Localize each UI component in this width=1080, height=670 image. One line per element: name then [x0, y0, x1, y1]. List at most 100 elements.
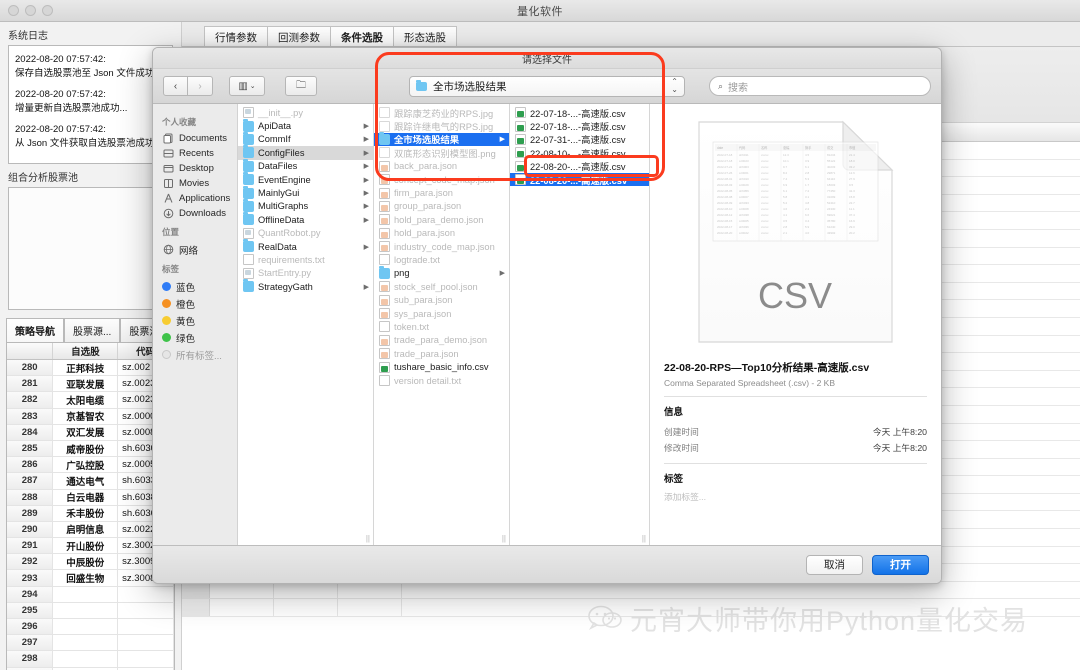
table-row[interactable]: 290 启明信息 sz.0022 — [7, 521, 174, 539]
file-list-item[interactable]: 跟踪许继电气的RPS.jpg — [374, 119, 509, 132]
file-list-item[interactable]: industry_code_map.json — [374, 240, 509, 253]
table-row[interactable]: 285 威帝股份 sh.6030 — [7, 440, 174, 458]
file-list-item[interactable]: 22-08-20-...-高速版.csv — [510, 160, 649, 173]
file-list-item[interactable]: requirements.txt — [238, 253, 373, 266]
file-list-item[interactable]: firm_para.json — [374, 186, 509, 199]
file-list-item[interactable]: trade_para.json — [374, 347, 509, 360]
table-row[interactable]: 287 通达电气 sh.6033 — [7, 473, 174, 490]
file-list-item[interactable]: tushare_basic_info.csv — [374, 360, 509, 373]
file-list-item[interactable]: EventEngine ▶ — [238, 172, 373, 186]
sidebar-item-tag-green[interactable]: 绿色 — [153, 329, 237, 346]
tab-stock-source[interactable]: 股票源... — [64, 318, 121, 342]
open-button[interactable]: 打开 — [872, 554, 929, 575]
spreadsheet-cell[interactable] — [210, 599, 274, 617]
table-row[interactable]: 293 回盛生物 sz.3008 — [7, 570, 174, 587]
tab-pattern-screen[interactable]: 形态选股 — [394, 26, 457, 46]
file-list-item[interactable]: version detail.txt — [374, 374, 509, 387]
table-row[interactable]: 297 — [7, 635, 174, 652]
table-row[interactable]: 292 中辰股份 sz.3009 — [7, 554, 174, 571]
file-list-item[interactable]: ApiData ▶ — [238, 118, 373, 132]
column-resize-handle[interactable]: || — [642, 534, 646, 543]
table-row[interactable]: 288 白云电器 sh.6038 — [7, 489, 174, 506]
forward-button[interactable]: › — [188, 76, 213, 96]
file-list-item[interactable]: group_para.json — [374, 200, 509, 213]
file-list-item[interactable]: sub_para.json — [374, 293, 509, 306]
file-list-item[interactable]: 22-07-18-...-高速版.csv — [510, 106, 649, 119]
file-list-item[interactable]: CommIf ▶ — [238, 131, 373, 146]
table-row[interactable]: 296 — [7, 619, 174, 636]
spreadsheet-cell[interactable] — [338, 581, 402, 599]
table-row[interactable]: 284 双汇发展 sz.0008 — [7, 424, 174, 441]
file-list-item[interactable]: concept_code_map.json — [374, 173, 509, 186]
table-row[interactable]: 289 禾丰股份 sh.6036 — [7, 505, 174, 522]
file-list-item[interactable]: png ▶ — [374, 265, 509, 280]
table-row[interactable]: 280 正邦科技 sz.002 — [7, 360, 174, 377]
spreadsheet-cell[interactable] — [338, 599, 402, 617]
tab-condition-screen[interactable]: 条件选股 — [331, 26, 394, 46]
file-list-item[interactable]: trade_para_demo.json — [374, 334, 509, 347]
portfolio-pool-box[interactable] — [8, 187, 173, 310]
sidebar-item-recents[interactable]: Recents — [153, 146, 237, 161]
file-list-item[interactable]: hold_para.json — [374, 227, 509, 240]
spreadsheet-row-header[interactable] — [182, 581, 210, 599]
sidebar-item-downloads[interactable]: Downloads — [153, 206, 237, 221]
cancel-button[interactable]: 取消 — [806, 554, 863, 575]
spreadsheet-cell[interactable] — [274, 599, 338, 617]
table-row[interactable]: 291 开山股份 sz.3002 — [7, 538, 174, 555]
file-list-item[interactable]: back_para.json — [374, 160, 509, 173]
sidebar-item-tag-orange[interactable]: 橙色 — [153, 295, 237, 312]
sidebar-item-documents[interactable]: Documents — [153, 131, 237, 146]
spreadsheet-cell[interactable] — [274, 581, 338, 599]
tab-strategy-nav[interactable]: 策略导航 — [6, 318, 64, 342]
file-column-3[interactable]: 22-07-18-...-高速版.csv 22-07-18-...-高速版.csv… — [510, 104, 650, 545]
system-log-box[interactable]: 2022-08-20 07:57:42: 保存自选股票池至 Json 文件成功.… — [8, 45, 173, 164]
file-list-item[interactable]: 双底形态识别模型图.png — [374, 146, 509, 159]
file-list-item[interactable]: StartEntry.py — [238, 267, 373, 280]
sidebar-item-desktop[interactable]: Desktop — [153, 161, 237, 176]
file-list-item[interactable]: 22-08-10-...-高速版.csv — [510, 146, 649, 159]
tab-backtest-params[interactable]: 回测参数 — [268, 26, 331, 46]
tab-market-params[interactable]: 行情参数 — [204, 26, 268, 46]
file-list-item[interactable]: RealData ▶ — [238, 239, 373, 253]
file-list-item[interactable]: MultiGraphs ▶ — [238, 198, 373, 213]
search-input[interactable]: ⌕ 搜索 — [709, 76, 931, 96]
file-list-item[interactable]: __init__.py — [238, 106, 373, 119]
file-list-item[interactable]: logtrade.txt — [374, 253, 509, 266]
file-list-item[interactable]: 跟踪康芝药业的RPS.jpg — [374, 106, 509, 119]
sidebar-item-movies[interactable]: Movies — [153, 176, 237, 191]
file-list-item[interactable]: StrategyGath ▶ — [238, 279, 373, 293]
file-list-item[interactable]: stock_self_pool.json — [374, 280, 509, 293]
table-row[interactable]: 295 — [7, 602, 174, 619]
table-row[interactable]: 283 京基智农 sz.0000 — [7, 408, 174, 425]
column-resize-handle[interactable]: || — [502, 534, 506, 543]
file-column-1[interactable]: __init__.py ApiData ▶ CommIf ▶ ConfigFiles ▶ Da… — [238, 104, 374, 545]
sidebar-item-tag-yellow[interactable]: 黄色 — [153, 312, 237, 329]
spreadsheet-row[interactable] — [182, 599, 1080, 618]
view-mode-button[interactable]: ▥ ⌄ — [229, 76, 265, 96]
spreadsheet-row-header[interactable] — [182, 599, 210, 617]
file-list-item[interactable]: 22-07-31-...-高速版.csv — [510, 133, 649, 146]
sidebar-item-network[interactable]: 网络 — [153, 241, 237, 258]
file-list-item[interactable]: sys_para.json — [374, 307, 509, 320]
column-resize-handle[interactable]: || — [366, 534, 370, 543]
spreadsheet-cell[interactable] — [210, 581, 274, 599]
path-popup-button[interactable]: 全市场选股结果 ⌃ ⌄ — [409, 75, 685, 97]
file-list-item[interactable]: ConfigFiles ▶ — [238, 145, 373, 160]
file-list-item[interactable]: hold_para_demo.json — [374, 213, 509, 226]
file-column-2[interactable]: 跟踪康芝药业的RPS.jpg 跟踪许继电气的RPS.jpg 全市场选股结果 ▶ 双底形态… — [374, 104, 510, 545]
table-row[interactable]: 298 — [7, 651, 174, 668]
back-button[interactable]: ‹ — [163, 76, 188, 96]
spreadsheet-row[interactable] — [182, 581, 1080, 600]
sidebar-item-applications[interactable]: Applications — [153, 191, 237, 206]
table-row[interactable]: 294 — [7, 586, 174, 603]
sidebar-item-all-tags[interactable]: 所有标签... — [153, 346, 237, 363]
table-row[interactable]: 281 亚联发展 sz.0023 — [7, 376, 174, 393]
file-list-item[interactable]: MainlyGui ▶ — [238, 185, 373, 199]
sidebar-item-tag-blue[interactable]: 蓝色 — [153, 278, 237, 295]
file-list-item[interactable]: QuantRobot.py — [238, 227, 373, 240]
file-list-item[interactable]: 22-08-20-...-高速版.csv — [510, 172, 649, 187]
file-list-item[interactable]: DataFiles ▶ — [238, 158, 373, 173]
file-list-item[interactable]: token.txt — [374, 320, 509, 333]
table-row[interactable]: 282 太阳电缆 sz.0023 — [7, 392, 174, 409]
table-row[interactable]: 286 广弘控股 sz.0005 — [7, 457, 174, 474]
